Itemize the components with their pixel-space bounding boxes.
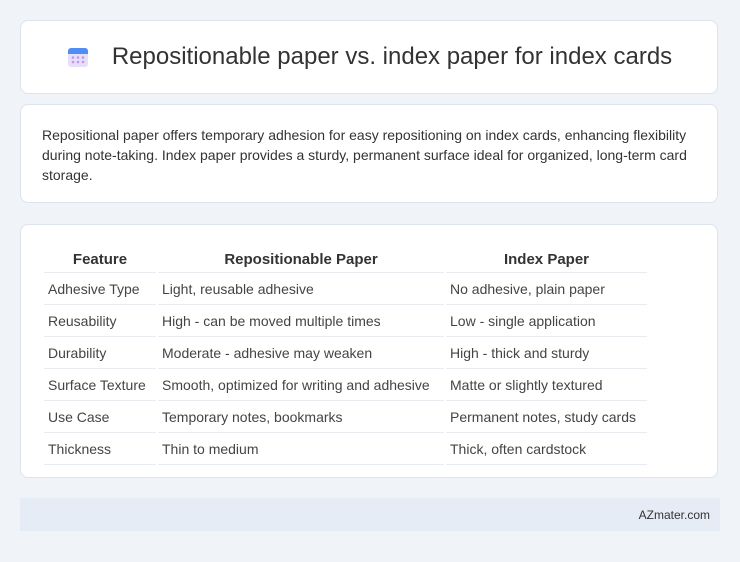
table-header-row: Feature Repositionable Paper Index Paper: [44, 247, 647, 273]
column-header-feature: Feature: [44, 247, 156, 273]
table-row: Durability Moderate - adhesive may weake…: [44, 339, 647, 369]
table-cell: Smooth, optimized for writing and adhesi…: [158, 371, 444, 401]
table-cell: Durability: [44, 339, 156, 369]
table-cell: Light, reusable adhesive: [158, 275, 444, 305]
footer: AZmater.com: [20, 498, 720, 531]
table-row: Surface Texture Smooth, optimized for wr…: [44, 371, 647, 401]
description-card: Repositional paper offers temporary adhe…: [20, 104, 718, 203]
description-text: Repositional paper offers temporary adhe…: [42, 127, 687, 183]
table-cell: Matte or slightly textured: [446, 371, 647, 401]
footer-site-link[interactable]: AZmater.com: [639, 508, 710, 522]
calendar-icon: [67, 48, 88, 67]
table-row: Adhesive Type Light, reusable adhesive N…: [44, 275, 647, 305]
table-cell: No adhesive, plain paper: [446, 275, 647, 305]
title-wrap: Repositionable paper vs. index paper for…: [66, 43, 672, 71]
table-cell: Reusability: [44, 307, 156, 337]
table-cell: High - can be moved multiple times: [158, 307, 444, 337]
table-cell: High - thick and sturdy: [446, 339, 647, 369]
table-row: Use Case Temporary notes, bookmarks Perm…: [44, 403, 647, 433]
page-title: Repositionable paper vs. index paper for…: [111, 43, 673, 70]
table-row: Thickness Thin to medium Thick, often ca…: [44, 435, 647, 465]
table-cell: Surface Texture: [44, 371, 156, 401]
comparison-card: Feature Repositionable Paper Index Paper…: [20, 224, 718, 478]
table-cell: Adhesive Type: [44, 275, 156, 305]
title-card: Repositionable paper vs. index paper for…: [20, 20, 718, 94]
table-cell: Thickness: [44, 435, 156, 465]
column-header-index: Index Paper: [446, 247, 647, 273]
table-cell: Low - single application: [446, 307, 647, 337]
table-row: Reusability High - can be moved multiple…: [44, 307, 647, 337]
table-cell: Thick, often cardstock: [446, 435, 647, 465]
column-header-repositionable: Repositionable Paper: [158, 247, 444, 273]
table-cell: Thin to medium: [158, 435, 444, 465]
comparison-table: Feature Repositionable Paper Index Paper…: [42, 245, 649, 467]
table-cell: Permanent notes, study cards: [446, 403, 647, 433]
table-cell: Temporary notes, bookmarks: [158, 403, 444, 433]
table-cell: Use Case: [44, 403, 156, 433]
table-cell: Moderate - adhesive may weaken: [158, 339, 444, 369]
